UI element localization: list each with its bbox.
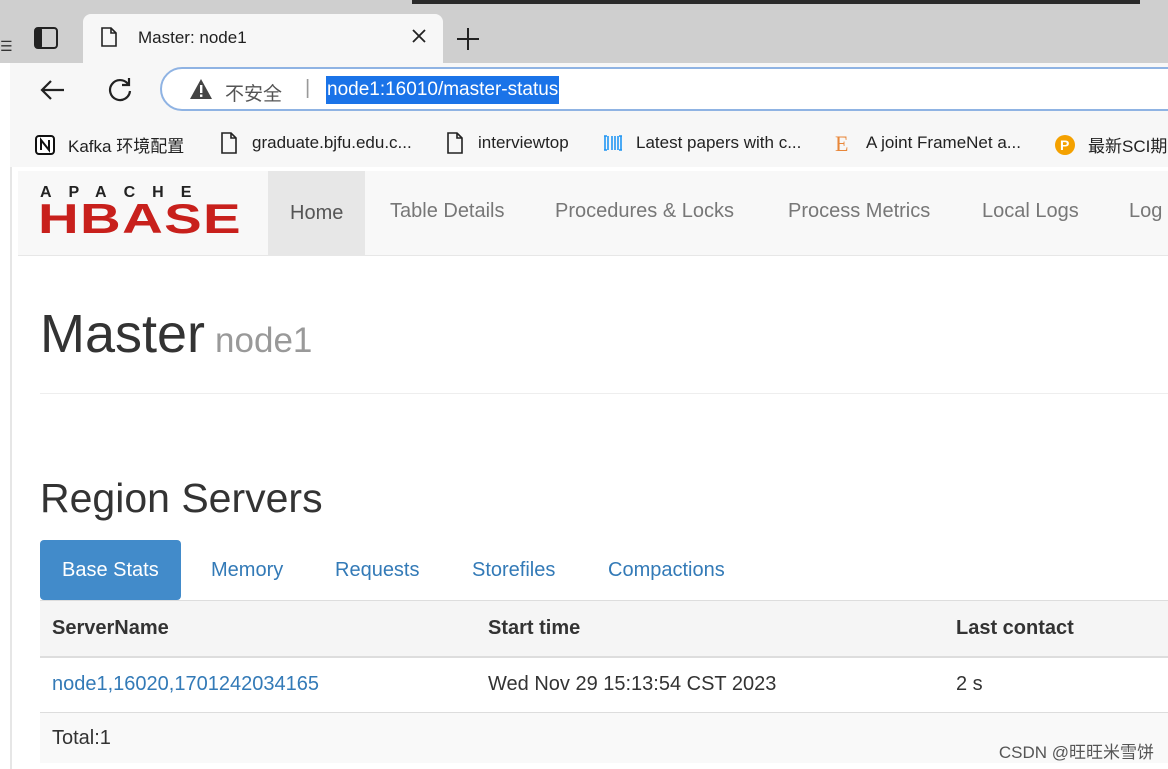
page-icon (101, 27, 117, 47)
nav-local-logs[interactable]: Local Logs (982, 200, 1079, 223)
table-row: node1,16020,1701242034165 Wed Nov 29 15:… (40, 658, 1168, 713)
letter-e-icon: E (835, 132, 848, 154)
tab-memory[interactable]: Memory (211, 540, 283, 600)
browser-tab-active[interactable]: Master: node1 (83, 14, 443, 64)
table-header: ServerName Start time Last contact (40, 600, 1168, 658)
tab-actions-icon[interactable] (34, 27, 58, 49)
nav-process-metrics[interactable]: Process Metrics (788, 200, 930, 223)
back-icon[interactable] (38, 75, 68, 105)
section-title: Region Servers (40, 475, 323, 521)
divider (40, 393, 1168, 394)
watermark: CSDN @旺旺米雪饼 (998, 743, 1154, 762)
bookmark-interviewtop[interactable]: interviewtop (444, 132, 569, 156)
tab-title: Master: node1 (138, 28, 247, 47)
browser-tab-strip: ☰ Master: node1 (0, 0, 1168, 64)
last-contact-cell: 2 s (956, 673, 983, 695)
close-icon[interactable] (407, 24, 431, 48)
page-subtitle: node1 (215, 321, 313, 360)
hbase-logo[interactable]: APACHE HBASE (38, 181, 246, 241)
browser-toolbar: 不安全 | node1:16010/master-status (10, 63, 1168, 121)
window-edge (412, 0, 1140, 4)
page-icon (221, 132, 237, 154)
menu-glyph-icon: ☰ (0, 38, 13, 54)
page-title: Master node1 (40, 304, 313, 364)
nav-home[interactable]: Home (268, 171, 366, 255)
col-last-contact[interactable]: Last contact (956, 617, 1074, 640)
url-text[interactable]: node1:16010/master-status (326, 76, 560, 104)
svg-text:E: E (835, 132, 848, 154)
warning-icon[interactable] (189, 78, 213, 100)
p-badge-icon: P (1055, 134, 1075, 155)
tab-requests[interactable]: Requests (335, 540, 420, 600)
new-tab-icon[interactable] (455, 26, 481, 52)
bookmark-kafka[interactable]: Kafka 环境配置 (34, 132, 184, 156)
refresh-icon[interactable] (105, 75, 135, 105)
nav-table-details[interactable]: Table Details (390, 200, 505, 223)
svg-text:P: P (1060, 137, 1069, 153)
bookmark-papers-with-code[interactable]: Latest papers with c... (602, 132, 801, 156)
server-link[interactable]: node1,16020,1701242034165 (52, 673, 319, 696)
svg-text:HBASE: HBASE (38, 195, 242, 241)
nav-log[interactable]: Log (1129, 200, 1162, 223)
notion-icon (35, 134, 55, 155)
tab-base-stats[interactable]: Base Stats (40, 540, 181, 600)
tab-compactions[interactable]: Compactions (608, 540, 725, 600)
security-label[interactable]: 不安全 (225, 79, 282, 106)
bookmark-sci[interactable]: P 最新SCI期 (1054, 132, 1167, 156)
bookmark-graduate[interactable]: graduate.bjfu.edu.c... (218, 132, 412, 156)
papers-with-code-icon (604, 135, 622, 151)
page-icon (447, 132, 463, 154)
col-start-time[interactable]: Start time (488, 617, 580, 640)
start-time-cell: Wed Nov 29 15:13:54 CST 2023 (488, 673, 777, 695)
address-bar[interactable]: 不安全 | node1:16010/master-status (160, 67, 1168, 111)
bookmark-framenet[interactable]: E A joint FrameNet a... (832, 132, 1021, 156)
nav-procedures-locks[interactable]: Procedures & Locks (555, 200, 734, 223)
tab-storefiles[interactable]: Storefiles (472, 540, 555, 600)
col-servername[interactable]: ServerName (52, 617, 169, 640)
address-separator: | (305, 77, 311, 99)
page-viewport: APACHE HBASE Home Table Details Procedur… (10, 167, 1168, 769)
bookmarks-bar: Kafka 环境配置 graduate.bjfu.edu.c... interv… (10, 121, 1168, 167)
total-count: Total:1 (52, 727, 111, 749)
hbase-navbar: APACHE HBASE Home Table Details Procedur… (18, 171, 1168, 256)
